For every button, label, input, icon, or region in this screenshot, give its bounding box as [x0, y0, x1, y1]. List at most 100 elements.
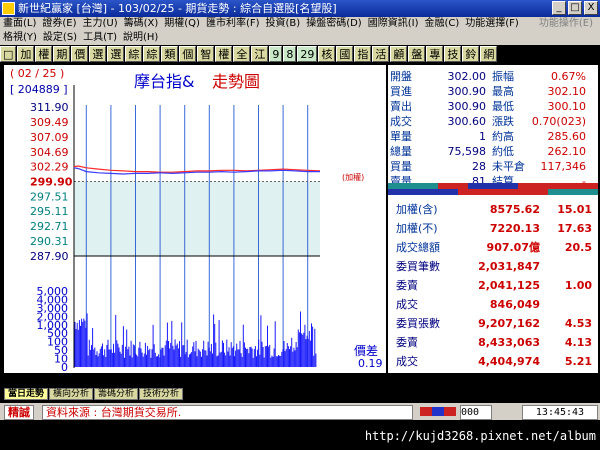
menu-help[interactable]: 說明(H) — [120, 31, 161, 45]
menu-chips[interactable]: 籌碼(X) — [121, 17, 162, 31]
vendor-label: 精誠 — [4, 405, 34, 420]
quote-label: 漲跌 — [492, 115, 514, 128]
quote-label: 約低 — [492, 145, 514, 158]
date-badge: ( 02 / 25 ) — [10, 67, 64, 80]
status-bar: 精誠 資料來源 : 台灣期貨交易所. 000 13:45:43 — [0, 403, 600, 420]
tab-horizontal-analysis[interactable]: 橫向分析 — [49, 388, 94, 400]
watermark-url: http://kujd3268.pixnet.net/album — [364, 429, 596, 443]
quick-tab-12[interactable]: 權 — [215, 46, 233, 62]
quick-tab-16[interactable]: 8 — [283, 46, 297, 62]
price-tick-label: 309.49 — [30, 116, 69, 129]
quote-row: 總量 75,598 約低 262.10 — [388, 144, 598, 159]
menu-view[interactable]: 格視(Y) — [0, 31, 40, 45]
menu-finance[interactable]: 金融(C) — [421, 17, 462, 31]
quote-value: 300.60 — [447, 115, 487, 128]
minimize-button[interactable]: _ — [552, 1, 566, 15]
menu-intl-info[interactable]: 國際資訊(I) — [365, 17, 422, 31]
quote-label: 買進 — [390, 85, 412, 98]
quick-tab-17[interactable]: 29 — [297, 46, 318, 62]
quick-tab-7[interactable]: 綜 — [125, 46, 143, 62]
chart-title: 摩台指& — [134, 72, 194, 91]
tab-intraday[interactable]: 當日走勢 — [4, 388, 49, 400]
menu-mainforce[interactable]: 主力(U) — [80, 17, 121, 31]
chart-subtitle: 走勢圖 — [212, 72, 260, 91]
quote-label: 未平倉 — [492, 160, 525, 173]
quick-tab-23[interactable]: 盤 — [408, 46, 426, 62]
menu-invest[interactable]: 投資(B) — [263, 17, 304, 31]
tab-chip-analysis[interactable]: 籌碼分析 — [94, 388, 139, 400]
quick-tab-19[interactable]: 國 — [336, 46, 354, 62]
quick-tab-5[interactable]: 選 — [89, 46, 107, 62]
quick-tab-bar: □ 加權期價選選綜綜類個智權全江 9 8 29 核國指活顧盤專技鈴網 — [0, 45, 600, 63]
menu-function-select[interactable]: 功能選擇(F) — [462, 17, 522, 31]
quote-label: 總量 — [390, 145, 412, 158]
quick-tab-0[interactable]: □ — [0, 46, 17, 62]
connection-meter — [420, 407, 456, 416]
bottom-tab-bar: 當日走勢 橫向分析 籌碼分析 技術分析 — [4, 388, 598, 400]
quick-tab-2[interactable]: 權 — [35, 46, 53, 62]
quick-tab-15[interactable]: 9 — [269, 46, 283, 62]
breadth-row: 成交 4,404,974 5.21 — [388, 351, 598, 373]
quote-label: 最高 — [492, 85, 514, 98]
menu-settings[interactable]: 設定(S) — [40, 31, 80, 45]
quote-label: 振幅 — [492, 70, 514, 83]
breadth-label: 成交 — [396, 355, 418, 368]
quick-tab-25[interactable]: 技 — [444, 46, 462, 62]
menu-options[interactable]: 期權(Q) — [161, 17, 203, 31]
quick-tab-9[interactable]: 類 — [161, 46, 179, 62]
quote-row: 開盤 302.00 振幅 0.67% — [388, 69, 598, 84]
quick-tab-13[interactable]: 全 — [233, 46, 251, 62]
menu-securities[interactable]: 證券(E) — [39, 17, 79, 31]
data-source: 資料來源 : 台灣期貨交易所. — [42, 405, 413, 420]
quick-tab-3[interactable]: 期 — [53, 46, 71, 62]
quote-label: 賣出 — [390, 100, 412, 113]
quick-tab-22[interactable]: 顧 — [390, 46, 408, 62]
quote-value: 1 — [479, 130, 486, 143]
quick-tab-21[interactable]: 活 — [372, 46, 390, 62]
quick-tab-1[interactable]: 加 — [17, 46, 35, 62]
menu-trading-code[interactable]: 操盤密碼(D) — [303, 17, 365, 31]
window-controls: _ □ X — [552, 1, 598, 15]
quick-tab-10[interactable]: 個 — [179, 46, 197, 62]
price-tick-label: 287.90 — [30, 250, 69, 263]
quick-tab-27[interactable]: 網 — [480, 46, 498, 62]
message-counter: 000 — [460, 405, 492, 420]
id-badge: [ 204889 ] — [10, 83, 68, 96]
reference-tag: (加權) — [342, 172, 364, 182]
quick-tab-18[interactable]: 核 — [318, 46, 336, 62]
quote-row: 單量 1 約高 285.60 — [388, 129, 598, 144]
menu-tools[interactable]: 工具(T) — [80, 31, 120, 45]
quote-value: 262.10 — [547, 145, 587, 158]
menu-bar-secondary: 格視(Y) 設定(S) 工具(T) 說明(H) — [0, 31, 600, 45]
chart-panel: 311.90 309.49 307.09 304.69 302.29 299.90 297.… — [4, 65, 386, 386]
maximize-button[interactable]: □ — [568, 1, 582, 15]
quote-value: 300.10 — [547, 100, 587, 113]
intraday-chart: 311.90 309.49 307.09 304.69 302.29 299.90297.… — [4, 65, 386, 386]
quick-tab-26[interactable]: 鈴 — [462, 46, 480, 62]
quote-label: 成交 — [390, 115, 412, 128]
spread-value: 0.19 — [358, 357, 383, 370]
quote-label: 約高 — [492, 130, 514, 143]
breadth-ratio: 5.21 — [564, 355, 592, 368]
menu-screen[interactable]: 畫面(L) — [0, 17, 39, 31]
menu-bar-primary: 畫面(L) 證券(E) 主力(U) 籌碼(X) 期權(Q) 匯市利率(F) 投資(B) 操盤密… — [0, 17, 600, 31]
quick-tab-14[interactable]: 江 — [251, 46, 269, 62]
close-button[interactable]: X — [584, 1, 598, 15]
quick-tab-24[interactable]: 專 — [426, 46, 444, 62]
price-tick-label: 304.69 — [30, 146, 69, 159]
menu-fx-rates[interactable]: 匯市利率(F) — [203, 17, 263, 31]
price-tick-label: 299.90 — [30, 176, 73, 189]
tab-technical-analysis[interactable]: 技術分析 — [139, 388, 184, 400]
menu-function-operate: 功能操作(E) — [538, 18, 593, 29]
quote-value: 75,598 — [447, 145, 487, 158]
quick-tab-20[interactable]: 指 — [354, 46, 372, 62]
price-tick-label: 297.51 — [30, 190, 69, 203]
quote-value: 28 — [472, 160, 486, 173]
quick-tab-4[interactable]: 價 — [71, 46, 89, 62]
order-flow-bar — [388, 183, 598, 195]
price-tick-label: 311.90 — [30, 101, 69, 114]
quote-value: 285.60 — [547, 130, 587, 143]
quick-tab-11[interactable]: 智 — [197, 46, 215, 62]
quick-tab-8[interactable]: 綜 — [143, 46, 161, 62]
quick-tab-6[interactable]: 選 — [107, 46, 125, 62]
